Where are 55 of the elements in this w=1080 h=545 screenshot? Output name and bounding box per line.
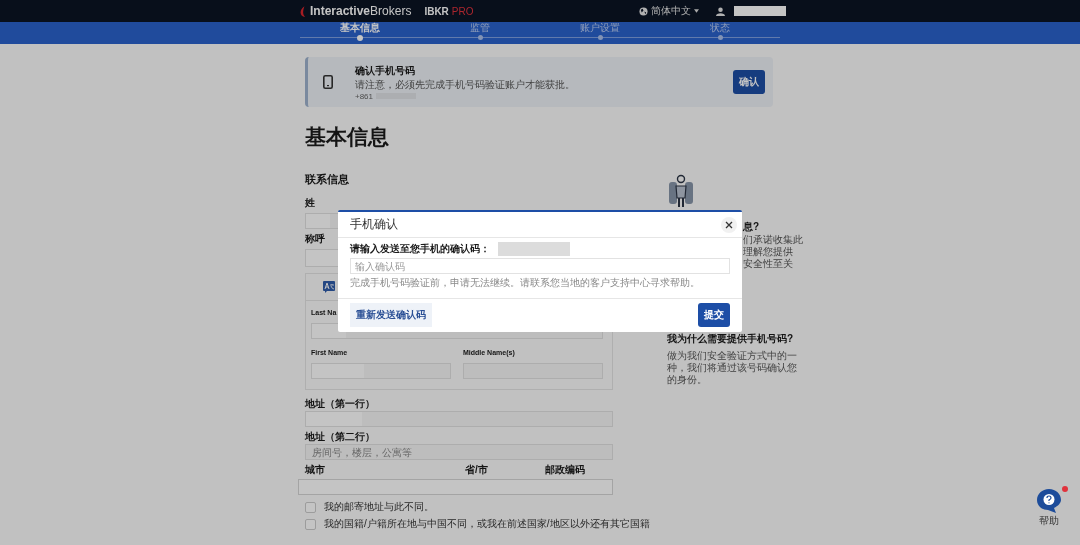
input-field[interactable] xyxy=(298,479,613,495)
field-label: 省/市 xyxy=(465,464,489,476)
sidebar-text: 理解您提供 xyxy=(743,246,794,258)
language-selector[interactable]: 简体中文 xyxy=(651,4,691,18)
product-suffix: PRO xyxy=(451,5,474,17)
checkbox[interactable] xyxy=(305,501,316,513)
help-icon[interactable] xyxy=(1036,488,1062,514)
product-name: IBKR xyxy=(424,5,449,17)
caret-icon xyxy=(694,9,699,13)
modal-title: 手机确认 xyxy=(350,216,398,233)
translate-icon xyxy=(323,281,335,293)
phone-prefix: +861 xyxy=(355,91,374,101)
close-icon[interactable] xyxy=(721,216,737,233)
sidebar-text: 安全性至关 xyxy=(743,258,794,270)
banner-text: 请注意，必须先完成手机号码验证账户才能获批。 xyxy=(355,77,576,92)
field-label: 地址（第二行） xyxy=(305,431,375,443)
redacted-block xyxy=(734,6,786,16)
flame-logo-icon xyxy=(300,5,307,17)
sidebar-heading: 我为什么需要提供手机号码? xyxy=(667,332,795,346)
phone-icon xyxy=(323,75,333,89)
field-label: 请输入发送至您手机的确认码： xyxy=(350,242,490,256)
globe-icon xyxy=(639,6,648,16)
field-label: 姓 xyxy=(305,197,315,209)
person-icon xyxy=(667,174,695,208)
confirm-button[interactable]: 确认 xyxy=(733,70,765,94)
step-dot xyxy=(357,35,363,41)
checkbox[interactable] xyxy=(305,518,316,530)
page-title: 基本信息 xyxy=(305,124,390,150)
sidebar-heading: 息? xyxy=(743,220,761,234)
hint-text: 完成手机号码验证前，申请无法继续。请联系您当地的客户支持中心寻求帮助。 xyxy=(350,276,701,290)
code-input[interactable]: 输入确认码 xyxy=(350,258,730,274)
step-label: 状态 xyxy=(710,22,730,34)
field-label: 城市 xyxy=(305,464,326,476)
sidebar-text: 们承诺收集此 xyxy=(743,234,804,246)
checkbox-label: 我的国籍/户籍所在地与中国不同，或我在前述国家/地区以外还有其它国籍 xyxy=(324,517,650,531)
user-icon[interactable] xyxy=(716,6,725,16)
step-label: 基本信息 xyxy=(340,22,380,34)
checkbox-label: 我的邮寄地址与此不同。 xyxy=(324,500,434,514)
field-label: 邮政编码 xyxy=(545,464,585,476)
help-label: 帮助 xyxy=(1039,514,1059,528)
step-dot xyxy=(717,35,723,40)
redacted-block xyxy=(498,242,570,256)
section-title: 联系信息 xyxy=(305,172,350,187)
step-dot xyxy=(597,35,603,40)
field-label: 地址（第一行） xyxy=(305,398,375,410)
field-label: 称呼 xyxy=(305,233,325,245)
step-label: 账户设置 xyxy=(580,22,620,34)
step-dot xyxy=(477,35,483,40)
banner-title: 确认手机号码 xyxy=(355,63,416,78)
sidebar-text: 做为我们安全验证方式中的一种，我们将通过该号码确认您的身份。 xyxy=(667,350,797,386)
input-field[interactable]: 房间号，楼层，公寓等 xyxy=(305,444,613,460)
brand-name: InteractiveBrokers xyxy=(310,4,412,18)
resend-button[interactable]: 重新发送确认码 xyxy=(350,303,432,327)
step-label: 监管 xyxy=(470,22,490,34)
submit-button[interactable]: 提交 xyxy=(698,303,730,327)
